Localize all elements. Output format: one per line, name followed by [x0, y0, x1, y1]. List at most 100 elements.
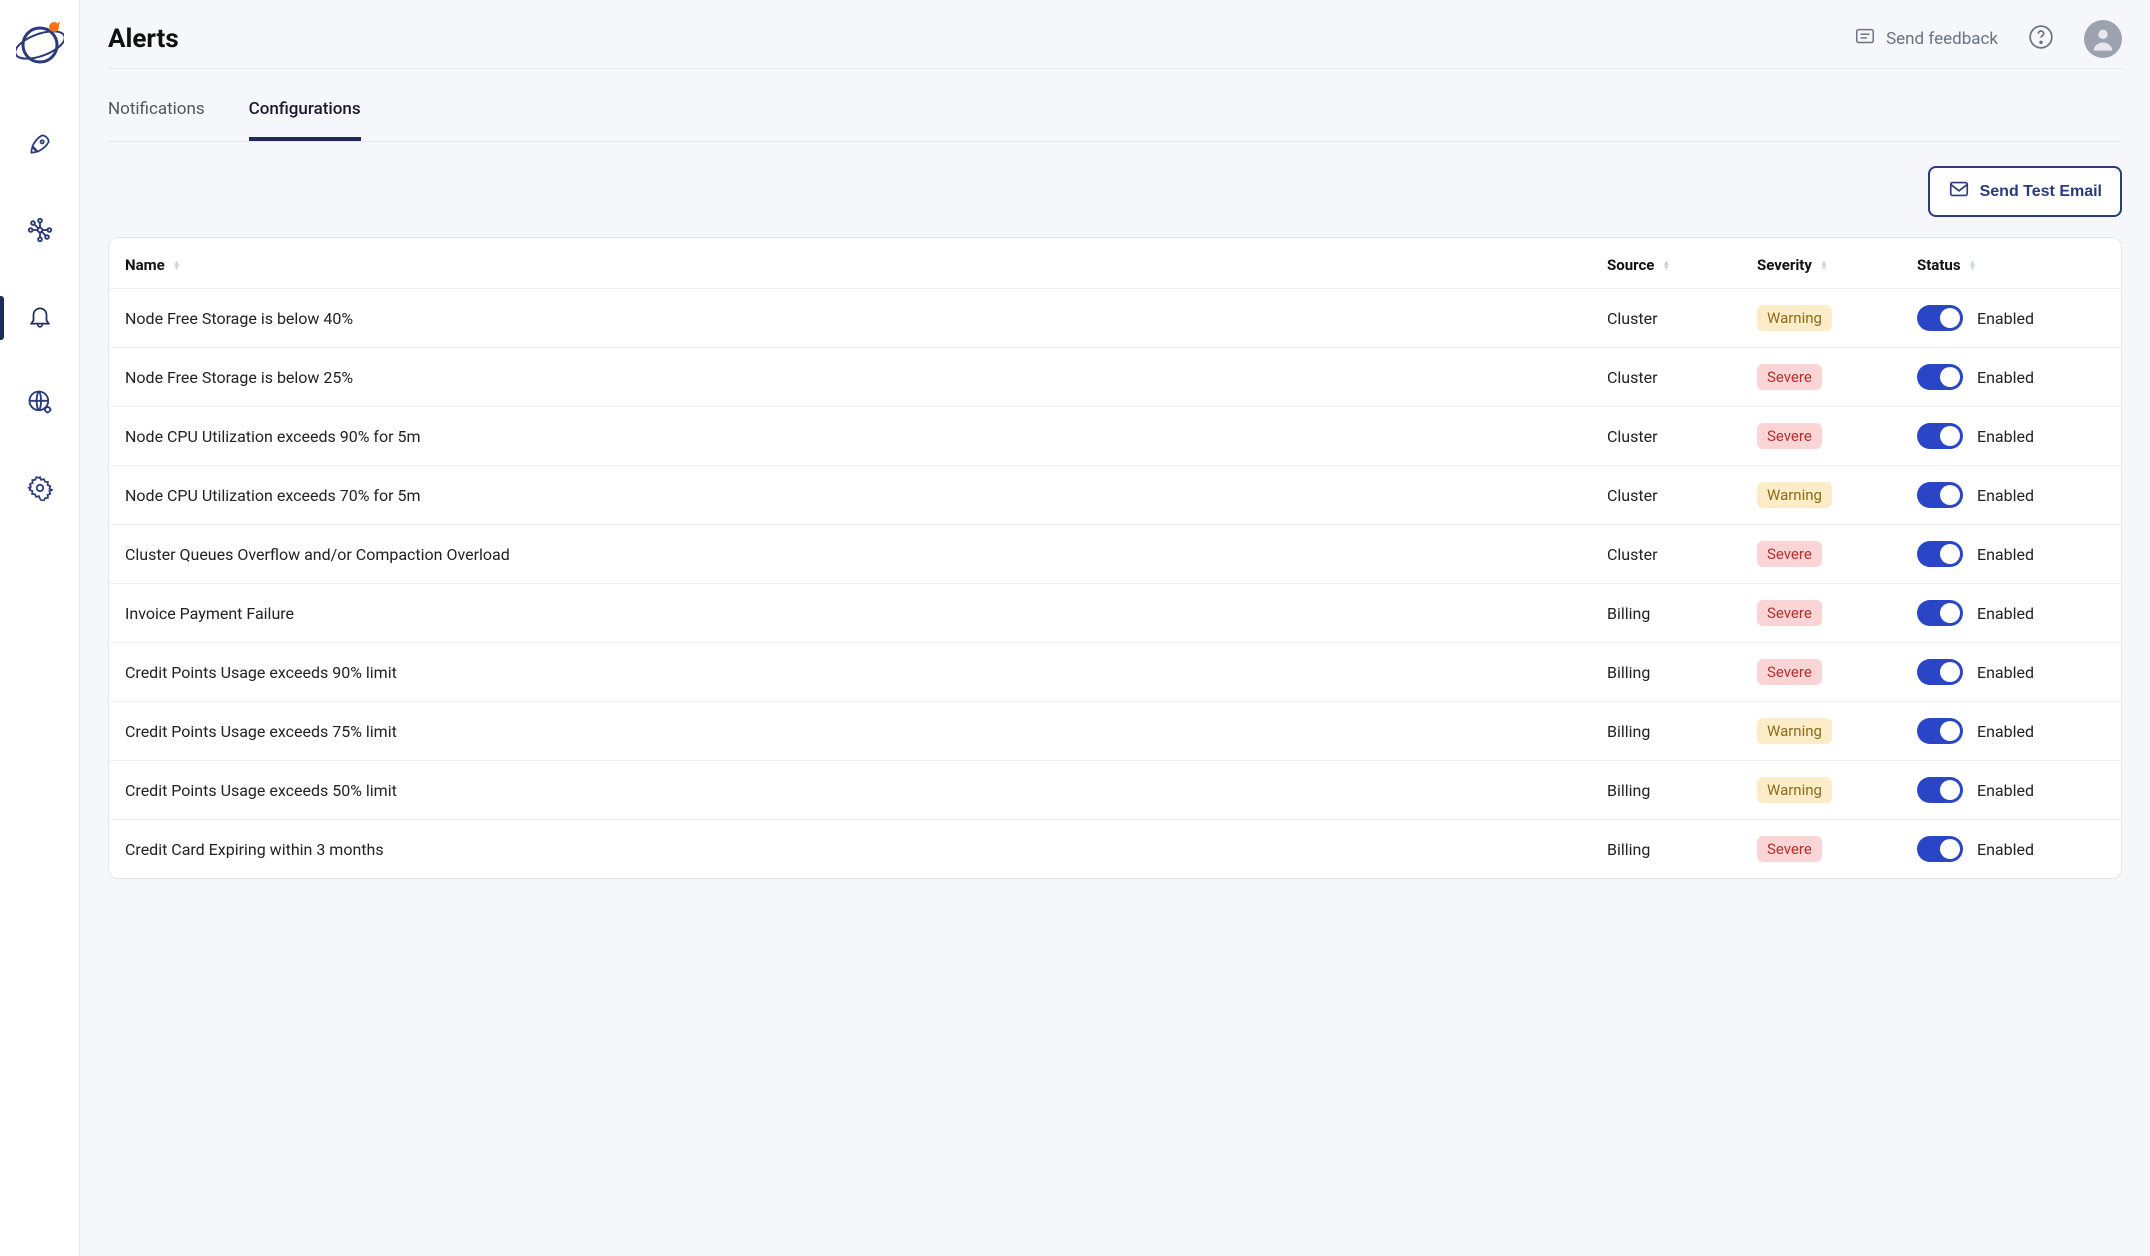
status-toggle[interactable]: [1917, 836, 1963, 862]
status-toggle[interactable]: [1917, 364, 1963, 390]
help-button[interactable]: [2028, 24, 2054, 54]
status-label: Enabled: [1977, 722, 2034, 741]
tab-notifications[interactable]: Notifications: [108, 77, 205, 141]
send-feedback-label: Send feedback: [1886, 29, 1998, 49]
table-row[interactable]: Credit Points Usage exceeds 75% limitBil…: [109, 702, 2121, 761]
cell-source: Cluster: [1591, 525, 1741, 584]
sidebar: [0, 0, 80, 1256]
status-toggle[interactable]: [1917, 600, 1963, 626]
cell-name: Node CPU Utilization exceeds 70% for 5m: [109, 466, 1591, 525]
severity-badge: Severe: [1757, 364, 1822, 390]
status-toggle[interactable]: [1917, 482, 1963, 508]
cell-name: Credit Points Usage exceeds 90% limit: [109, 643, 1591, 702]
sidebar-item-settings[interactable]: [0, 462, 80, 518]
status-label: Enabled: [1977, 840, 2034, 859]
column-header-source[interactable]: Source▲▼: [1591, 238, 1741, 289]
severity-badge: Warning: [1757, 305, 1832, 331]
cell-severity: Severe: [1741, 407, 1901, 466]
globe-gear-icon: [26, 388, 54, 420]
cell-source: Cluster: [1591, 466, 1741, 525]
table-row[interactable]: Node CPU Utilization exceeds 90% for 5mC…: [109, 407, 2121, 466]
cell-name: Credit Points Usage exceeds 75% limit: [109, 702, 1591, 761]
status-label: Enabled: [1977, 604, 2034, 623]
cell-status: Enabled: [1901, 407, 2121, 466]
severity-badge: Severe: [1757, 600, 1822, 626]
cell-name: Credit Points Usage exceeds 50% limit: [109, 761, 1591, 820]
column-header-severity[interactable]: Severity▲▼: [1741, 238, 1901, 289]
status-toggle[interactable]: [1917, 541, 1963, 567]
status-toggle[interactable]: [1917, 777, 1963, 803]
cell-source: Billing: [1591, 643, 1741, 702]
cell-severity: Severe: [1741, 643, 1901, 702]
table-row[interactable]: Credit Card Expiring within 3 monthsBill…: [109, 820, 2121, 879]
toolbar: Send Test Email: [108, 142, 2122, 237]
cell-severity: Warning: [1741, 466, 1901, 525]
sidebar-item-rocket[interactable]: [0, 118, 80, 174]
severity-badge: Severe: [1757, 423, 1822, 449]
sidebar-item-alerts[interactable]: [0, 290, 80, 346]
cell-source: Cluster: [1591, 348, 1741, 407]
cell-name: Node Free Storage is below 40%: [109, 289, 1591, 348]
status-label: Enabled: [1977, 309, 2034, 328]
sort-icon: ▲▼: [1662, 260, 1670, 270]
mail-icon: [1948, 178, 1970, 205]
user-avatar[interactable]: [2084, 20, 2122, 58]
sidebar-item-globe[interactable]: [0, 376, 80, 432]
cell-status: Enabled: [1901, 761, 2121, 820]
table-row[interactable]: Credit Points Usage exceeds 90% limitBil…: [109, 643, 2121, 702]
cell-severity: Severe: [1741, 820, 1901, 879]
bell-icon: [27, 303, 53, 333]
severity-badge: Warning: [1757, 777, 1832, 803]
send-feedback-button[interactable]: Send feedback: [1854, 26, 1998, 53]
cell-source: Cluster: [1591, 289, 1741, 348]
cell-status: Enabled: [1901, 525, 2121, 584]
status-label: Enabled: [1977, 486, 2034, 505]
status-label: Enabled: [1977, 781, 2034, 800]
cell-name: Node CPU Utilization exceeds 90% for 5m: [109, 407, 1591, 466]
severity-badge: Warning: [1757, 718, 1832, 744]
cell-source: Billing: [1591, 702, 1741, 761]
status-label: Enabled: [1977, 545, 2034, 564]
send-test-email-label: Send Test Email: [1980, 183, 2102, 201]
cell-status: Enabled: [1901, 643, 2121, 702]
cell-status: Enabled: [1901, 348, 2121, 407]
table-row[interactable]: Cluster Queues Overflow and/or Compactio…: [109, 525, 2121, 584]
cell-name: Invoice Payment Failure: [109, 584, 1591, 643]
gear-icon: [27, 475, 53, 505]
table-row[interactable]: Node Free Storage is below 40%Cluster War…: [109, 289, 2121, 348]
sidebar-item-cluster[interactable]: [0, 204, 80, 260]
sort-icon: ▲▼: [173, 260, 181, 270]
cell-status: Enabled: [1901, 466, 2121, 525]
status-toggle[interactable]: [1917, 423, 1963, 449]
status-toggle[interactable]: [1917, 305, 1963, 331]
column-header-name[interactable]: Name▲▼: [109, 238, 1591, 289]
table-row[interactable]: Invoice Payment FailureBilling Severe Enab…: [109, 584, 2121, 643]
cell-status: Enabled: [1901, 289, 2121, 348]
status-toggle[interactable]: [1917, 659, 1963, 685]
rocket-icon: [27, 131, 53, 161]
cell-severity: Severe: [1741, 525, 1901, 584]
tabs: Notifications Configurations: [108, 77, 2122, 142]
severity-badge: Severe: [1757, 541, 1822, 567]
cell-severity: Severe: [1741, 348, 1901, 407]
cell-source: Billing: [1591, 584, 1741, 643]
table-row[interactable]: Node Free Storage is below 25%ClusterSev…: [109, 348, 2121, 407]
send-test-email-button[interactable]: Send Test Email: [1928, 166, 2122, 217]
severity-badge: Severe: [1757, 836, 1822, 862]
cell-severity: Warning: [1741, 702, 1901, 761]
cell-source: Cluster: [1591, 407, 1741, 466]
status-toggle[interactable]: [1917, 718, 1963, 744]
column-header-status[interactable]: Status▲▼: [1901, 238, 2121, 289]
cell-status: Enabled: [1901, 702, 2121, 761]
severity-badge: Warning: [1757, 482, 1832, 508]
tab-configurations[interactable]: Configurations: [249, 77, 361, 141]
main-content: Alerts Send feedback: [80, 0, 2150, 1256]
status-label: Enabled: [1977, 368, 2034, 387]
table-row[interactable]: Credit Points Usage exceeds 50% limitBil…: [109, 761, 2121, 820]
page-header: Alerts Send feedback: [108, 20, 2122, 69]
logo[interactable]: [15, 18, 65, 68]
table-row[interactable]: Node CPU Utilization exceeds 70% for 5mC…: [109, 466, 2121, 525]
cell-severity: Warning: [1741, 289, 1901, 348]
status-label: Enabled: [1977, 663, 2034, 682]
cell-status: Enabled: [1901, 820, 2121, 879]
